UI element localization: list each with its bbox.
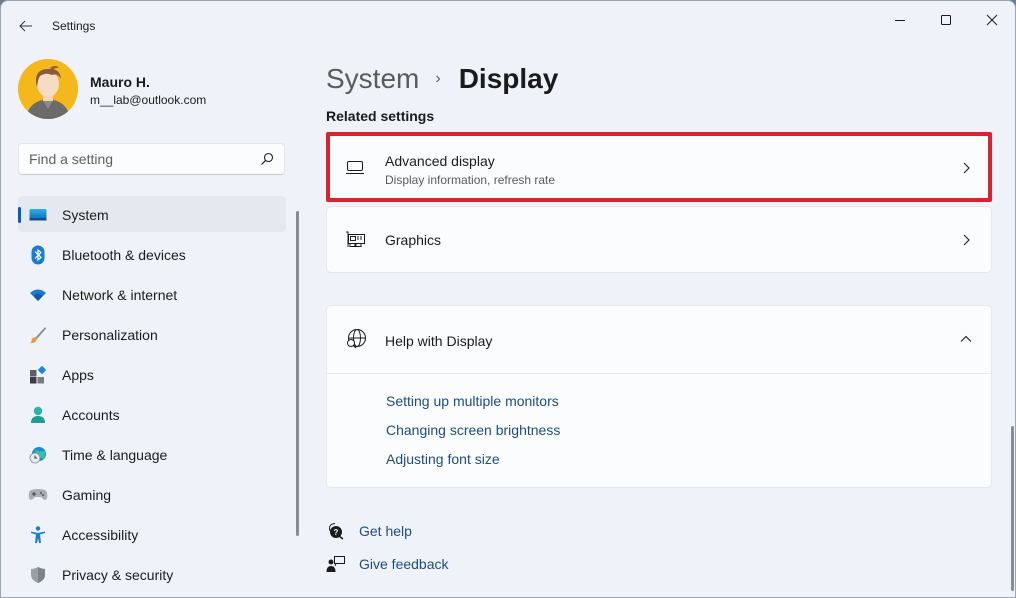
sidebar-item-label: Accounts xyxy=(62,407,120,423)
sidebar-item-privacy-security[interactable]: Privacy & security xyxy=(18,556,286,592)
svg-text:?: ? xyxy=(334,528,339,537)
chevron-right-icon xyxy=(963,234,970,246)
help-link-multiple-monitors[interactable]: Setting up multiple monitors xyxy=(386,393,560,422)
sidebar-item-bluetooth[interactable]: Bluetooth & devices xyxy=(18,236,286,272)
globe-search-icon xyxy=(345,329,367,349)
graphics-title: Graphics xyxy=(385,232,442,248)
user-name: Mauro H. xyxy=(90,74,150,90)
sidebar-item-label: Gaming xyxy=(62,487,112,503)
brush-icon xyxy=(28,325,48,345)
help-with-display-card: Help with Display Setting up multiple mo… xyxy=(326,305,992,488)
search-input[interactable] xyxy=(29,144,249,174)
breadcrumb-parent[interactable]: System xyxy=(326,63,419,95)
chevron-right-icon xyxy=(963,162,970,174)
section-title-related-settings: Related settings xyxy=(326,108,435,124)
graphics-card[interactable]: Graphics xyxy=(326,206,992,273)
sidebar-item-label: Time & language xyxy=(62,447,168,463)
graphics-row[interactable]: Graphics xyxy=(327,207,991,273)
minimize-icon xyxy=(895,20,905,21)
title-bar: Settings xyxy=(1,1,1015,49)
feedback-icon xyxy=(326,556,345,572)
system-icon xyxy=(28,205,48,225)
advanced-display-row[interactable]: Advanced display Display information, re… xyxy=(330,136,988,198)
sidebar-item-label: Accessibility xyxy=(62,527,139,543)
sidebar-item-label: Apps xyxy=(62,367,94,383)
sidebar-item-accounts[interactable]: Accounts xyxy=(18,396,286,432)
laptop-icon xyxy=(344,157,366,177)
maximize-icon xyxy=(941,15,951,25)
globe-clock-icon xyxy=(28,445,48,465)
shield-icon xyxy=(28,565,48,585)
get-help-label: Get help xyxy=(359,523,412,539)
page-title: Display xyxy=(458,63,559,94)
sidebar-item-gaming[interactable]: Gaming xyxy=(18,476,286,512)
help-with-display-title: Help with Display xyxy=(385,333,493,349)
help-link-font-size[interactable]: Adjusting font size xyxy=(386,451,560,480)
accessibility-icon xyxy=(28,525,48,545)
sidebar-item-personalization[interactable]: Personalization xyxy=(18,316,286,352)
breadcrumb-separator: › xyxy=(435,70,441,87)
app-title: Settings xyxy=(52,19,96,33)
search-icon[interactable] xyxy=(260,152,274,166)
gamepad-icon xyxy=(28,485,48,505)
apps-icon xyxy=(28,365,48,385)
sidebar-item-accessibility[interactable]: Accessibility xyxy=(18,516,286,552)
sidebar-item-time-language[interactable]: Time & language xyxy=(18,436,286,472)
sidebar-scrollbar[interactable] xyxy=(296,211,299,536)
user-email: m__lab@outlook.com xyxy=(90,93,207,107)
selection-indicator xyxy=(18,207,21,223)
sidebar-item-label: Personalization xyxy=(62,327,158,343)
help-links: Setting up multiple monitors Changing sc… xyxy=(386,393,560,480)
graphics-card-icon xyxy=(345,230,367,250)
user-profile[interactable]: Mauro H. m__lab@outlook.com xyxy=(18,59,298,119)
back-arrow-icon xyxy=(19,20,32,32)
advanced-display-subtitle: Display information, refresh rate xyxy=(385,173,556,187)
help-link-screen-brightness[interactable]: Changing screen brightness xyxy=(386,422,560,451)
sidebar-item-label: System xyxy=(62,207,109,223)
breadcrumb: System › Display xyxy=(326,59,558,99)
maximize-button[interactable] xyxy=(923,5,969,35)
sidebar-item-label: Network & internet xyxy=(62,287,178,303)
get-help-icon: ? xyxy=(329,523,344,540)
sidebar-item-apps[interactable]: Apps xyxy=(18,356,286,392)
close-icon xyxy=(986,14,998,26)
sidebar-item-network[interactable]: Network & internet xyxy=(18,276,286,312)
avatar xyxy=(18,59,78,119)
search-box[interactable] xyxy=(18,143,285,175)
minimize-button[interactable] xyxy=(877,5,923,35)
settings-window: Settings Mauro H. m__lab@outlook.com Fin… xyxy=(0,0,1016,598)
main-scrollbar[interactable] xyxy=(1011,426,1014,591)
help-with-display-header[interactable]: Help with Display xyxy=(327,306,991,374)
close-button[interactable] xyxy=(969,5,1015,35)
avatar-icon xyxy=(18,59,78,119)
advanced-display-card[interactable]: Advanced display Display information, re… xyxy=(326,132,992,202)
back-button[interactable] xyxy=(13,13,39,39)
advanced-display-title: Advanced display xyxy=(385,153,495,169)
person-icon xyxy=(28,405,48,425)
wifi-icon xyxy=(28,285,48,305)
sidebar-item-label: Privacy & security xyxy=(62,567,174,583)
bluetooth-icon xyxy=(28,245,48,265)
sidebar-item-label: Bluetooth & devices xyxy=(62,247,186,263)
chevron-up-icon[interactable] xyxy=(959,332,973,346)
give-feedback-label: Give feedback xyxy=(359,556,449,572)
sidebar-item-system[interactable]: System xyxy=(18,196,286,232)
sidebar-nav: System Bluetooth & devices Network & int… xyxy=(18,196,286,596)
